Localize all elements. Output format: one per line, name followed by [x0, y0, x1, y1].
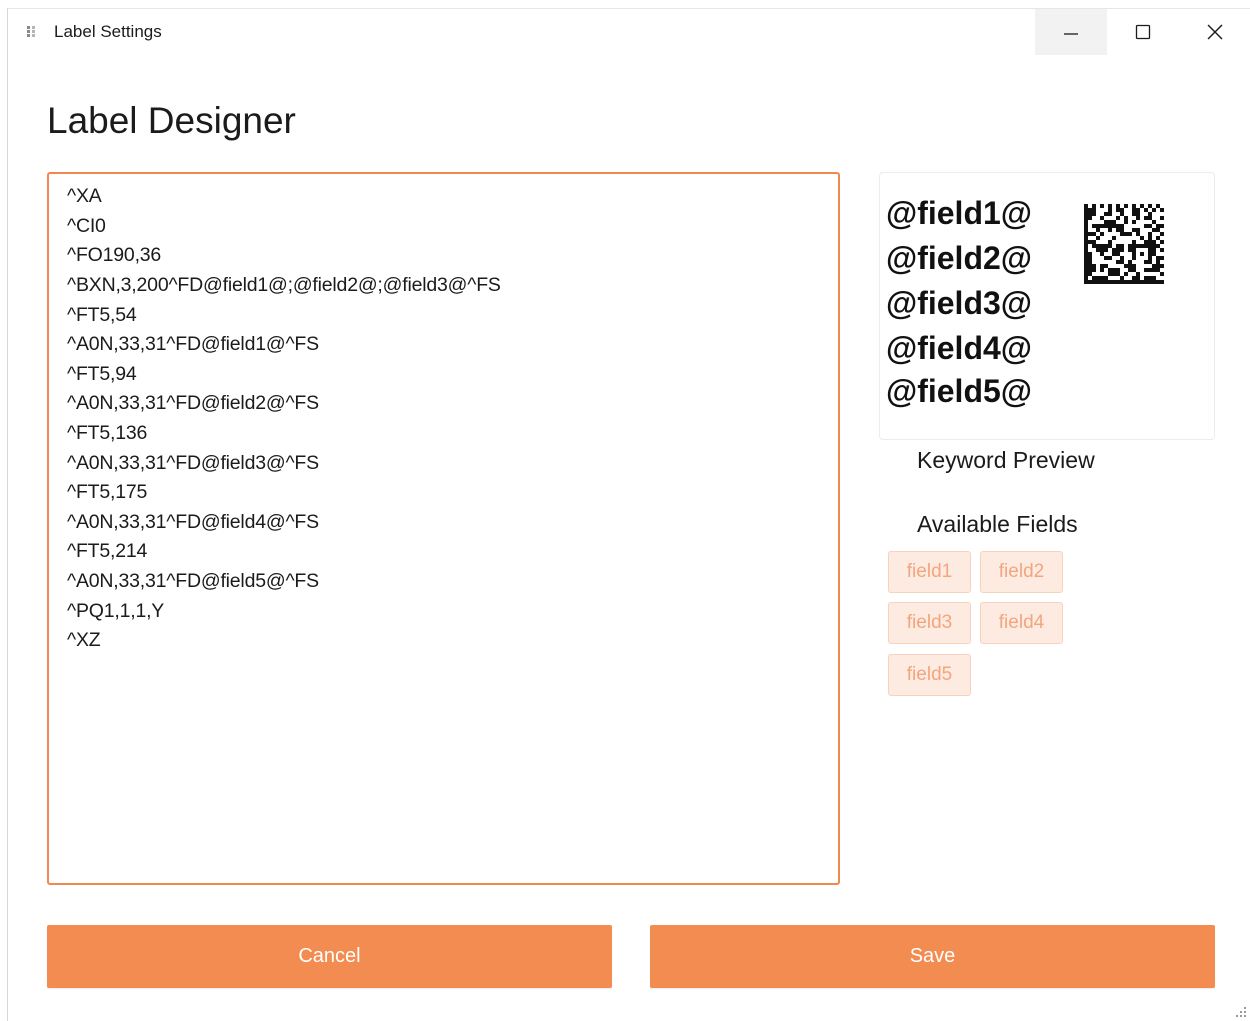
code-line: ^BXN,3,200^FD@field1@;@field2@;@field3@^… [67, 274, 501, 296]
code-line: ^FT5,94 [67, 363, 137, 385]
minimize-icon [1064, 33, 1078, 35]
code-line: ^FT5,175 [67, 481, 148, 503]
app-icon [27, 26, 39, 38]
code-line: ^FT5,54 [67, 304, 137, 326]
resize-grip-icon[interactable] [1236, 1007, 1248, 1019]
label-preview: @field1@ @field2@ @field3@ @field4@ @fie… [879, 172, 1215, 440]
preview-field-text: @field1@ [886, 195, 1032, 231]
page-title: Label Designer [47, 100, 296, 141]
code-line: ^FO190,36 [67, 244, 162, 266]
title-bar: Label Settings [8, 9, 1250, 55]
window-title: Label Settings [54, 22, 162, 41]
preview-field-text: @field4@ [886, 330, 1032, 366]
code-line: ^A0N,33,31^FD@field5@^FS [67, 570, 319, 592]
keyword-preview-label: Keyword Preview [917, 447, 1095, 473]
cancel-button[interactable]: Cancel [47, 925, 612, 988]
code-line: ^XA [67, 185, 102, 207]
code-line: ^FT5,214 [67, 540, 148, 562]
field-chip-field5[interactable]: field5 [888, 654, 971, 696]
field-chip-field1[interactable]: field1 [888, 551, 971, 593]
code-line: ^FT5,136 [67, 422, 148, 444]
code-line: ^A0N,33,31^FD@field3@^FS [67, 452, 319, 474]
field-chip-field4[interactable]: field4 [980, 602, 1063, 644]
maximize-icon [1135, 24, 1151, 40]
preview-field-text: @field5@ [886, 373, 1032, 409]
available-fields-label: Available Fields [917, 511, 1078, 537]
code-line: ^XZ [67, 629, 101, 651]
close-icon [1207, 24, 1223, 40]
zpl-code-editor[interactable]: ^XA ^CI0 ^FO190,36 ^BXN,3,200^FD@field1@… [47, 172, 840, 885]
code-line: ^A0N,33,31^FD@field4@^FS [67, 511, 319, 533]
minimize-button[interactable] [1035, 9, 1107, 55]
code-line: ^PQ1,1,1,Y [67, 600, 165, 622]
code-line: ^A0N,33,31^FD@field1@^FS [67, 333, 319, 355]
field-chip-field2[interactable]: field2 [980, 551, 1063, 593]
code-line: ^A0N,33,31^FD@field2@^FS [67, 392, 319, 414]
preview-field-text: @field2@ [886, 240, 1032, 276]
datamatrix-barcode-icon [1084, 204, 1164, 284]
code-line: ^CI0 [67, 215, 106, 237]
field-chip-field3[interactable]: field3 [888, 602, 971, 644]
close-button[interactable] [1179, 9, 1250, 55]
save-button[interactable]: Save [650, 925, 1215, 988]
preview-field-text: @field3@ [886, 285, 1032, 321]
maximize-button[interactable] [1107, 9, 1179, 55]
